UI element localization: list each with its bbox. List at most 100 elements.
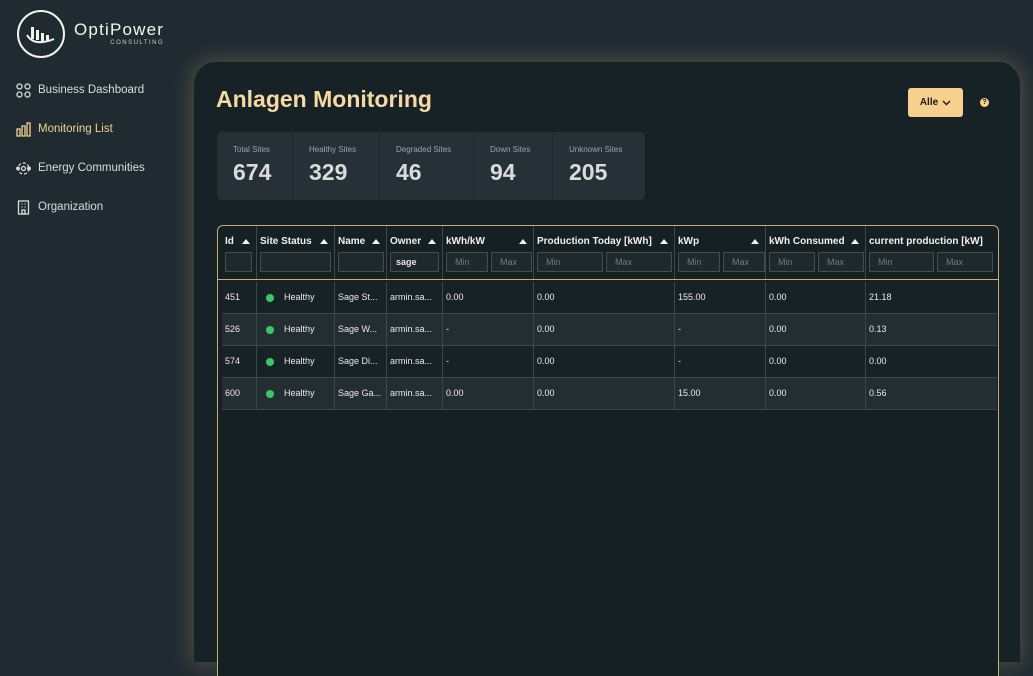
sort-asc-icon[interactable]	[242, 238, 250, 244]
brand-subtitle: CONSULTING	[110, 40, 165, 46]
cell-kwh-kw: 0.00	[443, 282, 534, 313]
stat-down-sites: Down Sites 94	[474, 132, 553, 200]
sort-asc-icon[interactable]	[751, 238, 759, 244]
cell-production-today: 0.00	[534, 314, 675, 345]
cell-kwp: -	[675, 346, 766, 377]
sidebar-item-label: Energy Communities	[38, 162, 145, 174]
stat-label: Down Sites	[490, 145, 531, 154]
column-owner: Owner	[387, 226, 443, 279]
current-max-input[interactable]	[937, 252, 993, 272]
sidebar-item-monitoring-list[interactable]: Monitoring List	[16, 119, 145, 139]
cell-production-today: 0.00	[534, 282, 675, 313]
column-label: Id	[225, 235, 234, 247]
stat-label: Total Sites	[233, 145, 270, 154]
table-row[interactable]: 451 Healthy Sage St... armin.sa... 0.00 …	[222, 282, 997, 314]
cell-kwh-kw: 0.00	[443, 378, 534, 409]
cell-current-production: 0.56	[869, 388, 887, 398]
cell-production-today: 0.00	[534, 378, 675, 409]
status-label: Healthy	[284, 292, 315, 302]
kwh-kw-max-input[interactable]	[491, 252, 532, 272]
stat-label: Degraded Sites	[396, 145, 452, 154]
table-header: Id Site Status Name Owner sage kWh/kW Mi…	[218, 226, 998, 280]
cell-kwh-consumed: 0.00	[766, 346, 866, 377]
sort-asc-icon[interactable]	[372, 238, 380, 244]
sidebar-item-organization[interactable]: Organization	[16, 197, 145, 217]
sidebar-item-business-dashboard[interactable]: Business Dashboard	[16, 80, 145, 100]
chevron-down-icon	[942, 100, 951, 105]
cell-status: Healthy	[257, 314, 335, 345]
column-id: Id	[222, 226, 257, 279]
consumed-min-input[interactable]	[769, 252, 815, 272]
production-min-input[interactable]	[537, 252, 603, 272]
cell-id: 451	[222, 282, 257, 313]
stat-value: 46	[396, 159, 422, 185]
consumed-max-input[interactable]	[818, 252, 864, 272]
cell-kwh-kw: -	[443, 346, 534, 377]
column-label: Production Today [kWh]	[537, 235, 652, 247]
column-production-today: Production Today [kWh]	[534, 226, 675, 279]
column-current-production: current production [kW]	[866, 226, 994, 279]
cell-owner: armin.sa...	[387, 282, 443, 313]
sort-asc-icon[interactable]	[660, 238, 668, 244]
sort-asc-icon[interactable]	[320, 238, 328, 244]
sort-asc-icon[interactable]	[428, 238, 436, 244]
cell-kwp: 15.00	[675, 378, 766, 409]
column-label: kWp	[678, 235, 700, 247]
sidebar-item-label: Monitoring List	[38, 123, 113, 135]
cell-name: Sage Di...	[335, 346, 387, 377]
help-icon[interactable]: ?	[980, 98, 989, 107]
cell-id: 574	[222, 346, 257, 377]
column-label: Site Status	[260, 235, 312, 247]
community-icon	[16, 161, 31, 175]
status-filter-input[interactable]	[260, 252, 331, 272]
status-dot-icon	[266, 389, 274, 398]
cell-kwp: -	[675, 314, 766, 345]
stat-value: 674	[233, 159, 272, 185]
stat-value: 205	[569, 159, 608, 185]
table-row[interactable]: 600 Healthy Sage Ga... armin.sa... 0.00 …	[222, 378, 997, 410]
kwp-max-input[interactable]	[723, 252, 765, 272]
column-kwp: kWp	[675, 226, 766, 279]
sort-asc-icon[interactable]	[851, 238, 859, 244]
monitoring-table: Id Site Status Name Owner sage kWh/kW Mi…	[217, 225, 999, 676]
cell-id: 600	[222, 378, 257, 409]
kwp-min-input[interactable]	[678, 252, 720, 272]
kwh-kw-min-input[interactable]	[446, 252, 488, 272]
column-label: kWh Consumed	[769, 235, 845, 247]
sidebar-item-energy-communities[interactable]: Energy Communities	[16, 158, 145, 178]
cell-kwh-consumed: 0.00	[766, 314, 866, 345]
cell-name: Sage St...	[335, 282, 387, 313]
current-min-input[interactable]	[869, 252, 934, 272]
stat-healthy-sites: Healthy Sites 329	[293, 132, 380, 200]
brand-logo[interactable]: OptiPower CONSULTING	[17, 10, 164, 58]
table-row[interactable]: 526 Healthy Sage W... armin.sa... - 0.00…	[222, 314, 997, 346]
stat-total-sites: Total Sites 674	[217, 132, 293, 200]
column-site-status: Site Status	[257, 226, 335, 279]
sidebar-item-label: Organization	[38, 201, 104, 213]
column-label: kWh/kW	[446, 235, 485, 247]
cell-name: Sage Ga...	[335, 378, 387, 409]
status-dot-icon	[266, 325, 274, 334]
cell-kwh-kw: -	[443, 314, 534, 345]
name-filter-input[interactable]	[338, 252, 384, 272]
column-name: Name	[335, 226, 387, 279]
column-label: current production [kW]	[869, 235, 983, 247]
cell-id: 526	[222, 314, 257, 345]
page-title: Anlagen Monitoring	[216, 86, 432, 112]
cell-name: Sage W...	[335, 314, 387, 345]
sidebar-nav: Business Dashboard Monitoring List Energ…	[16, 80, 145, 236]
table-body: 451 Healthy Sage St... armin.sa... 0.00 …	[218, 280, 998, 410]
stat-value: 94	[490, 159, 516, 185]
status-filter-dropdown[interactable]: Alle	[908, 88, 963, 117]
grid-icon	[16, 82, 31, 98]
cell-kwp: 155.00	[675, 282, 766, 313]
table-row[interactable]: 574 Healthy Sage Di... armin.sa... - 0.0…	[222, 346, 997, 378]
sort-asc-icon[interactable]	[519, 238, 527, 244]
brand-name: OptiPower	[74, 20, 165, 39]
status-label: Healthy	[284, 388, 315, 398]
cell-production-today: 0.00	[534, 346, 675, 377]
production-max-input[interactable]	[606, 252, 672, 272]
column-label: Name	[338, 235, 366, 247]
owner-filter-input[interactable]	[390, 252, 439, 272]
id-filter-input[interactable]	[225, 252, 252, 272]
